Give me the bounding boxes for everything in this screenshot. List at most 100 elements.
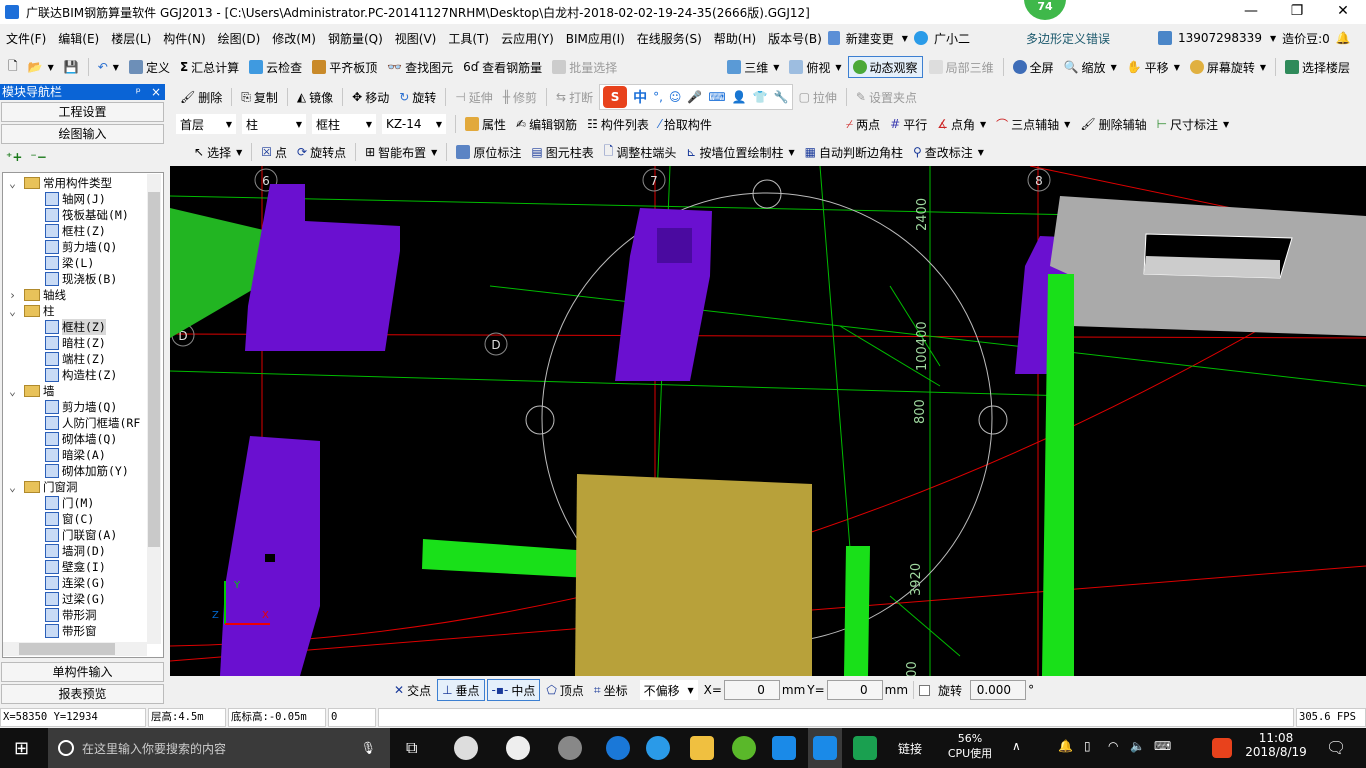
tree-folder[interactable]: ⌄ 墙	[9, 383, 55, 399]
floor-select[interactable]: 首层 ▼	[176, 114, 236, 134]
maximize-button[interactable]: ❐	[1274, 0, 1320, 24]
draw-by-wall-button[interactable]: ⊾ 按墙位置绘制柱 ▼	[682, 141, 798, 163]
bell-icon[interactable]: 🔔	[1336, 31, 1351, 45]
ie-icon[interactable]	[646, 736, 670, 760]
tree-hscrollbar[interactable]	[3, 642, 147, 656]
tree-folder[interactable]: ⌄ 常用构件类型	[9, 175, 112, 191]
column-table-button[interactable]: ▤ 图元柱表	[527, 141, 597, 163]
trim-button[interactable]: ╫ 修剪	[499, 86, 541, 108]
define-button[interactable]: 定义	[125, 56, 174, 78]
file-explorer-icon[interactable]	[690, 736, 714, 760]
local-3d-button[interactable]: 局部三维	[925, 56, 998, 78]
dimension-button[interactable]: ⊢ 尺寸标注 ▼	[1153, 113, 1234, 135]
extend-button[interactable]: ⊣ 延伸	[451, 86, 496, 108]
assistant-button[interactable]: 广小二	[934, 30, 970, 47]
sogou-tray-icon[interactable]	[1212, 738, 1232, 758]
type-select[interactable]: 柱 ▼	[242, 114, 306, 134]
menu-help[interactable]: 帮助(H)	[714, 30, 756, 47]
three-point-axis-button[interactable]: ⌒ 三点辅轴 ▼	[992, 113, 1074, 135]
expand-all-icon[interactable]: ⁺+	[6, 150, 22, 164]
open-file-button[interactable]: 📂 ▼	[24, 56, 58, 78]
glodon-notify-icon[interactable]	[558, 736, 582, 760]
tree-item[interactable]: 现浇板(B)	[45, 271, 117, 287]
menu-floor[interactable]: 楼层(L)	[111, 30, 151, 47]
ime-punct-mode[interactable]: °,	[653, 90, 663, 104]
tree-item[interactable]: 壁龛(I)	[45, 559, 106, 575]
in-place-annotation-button[interactable]: 原位标注	[452, 141, 525, 163]
show-hidden-icons[interactable]: ∧	[1012, 739, 1021, 753]
tree-vscrollbar[interactable]	[147, 174, 161, 644]
ime-chinese-mode[interactable]: 中	[633, 87, 647, 107]
y-input[interactable]: 0	[826, 680, 883, 700]
tree-item[interactable]: 连梁(G)	[45, 575, 106, 591]
move-button[interactable]: ✥ 移动	[348, 86, 393, 108]
tree-item[interactable]: 梁(L)	[45, 255, 94, 271]
undo-button[interactable]: ↶ ▼	[94, 56, 123, 78]
wrench-icon[interactable]: 🔧	[774, 90, 789, 104]
pin-icon[interactable]: ᵖ	[136, 84, 141, 100]
point-angle-button[interactable]: ∡ 点角 ▼	[933, 113, 990, 135]
zoom-button[interactable]: 🔍 缩放 ▼	[1060, 56, 1121, 78]
adjust-column-end-button[interactable]: 🗋 调整柱端头	[600, 141, 681, 163]
tree-item[interactable]: 筏板基础(M)	[45, 207, 129, 223]
auto-corner-column-button[interactable]: ▦ 自动判断边角柱	[801, 141, 907, 163]
top-view-button[interactable]: 俯视 ▼	[785, 56, 845, 78]
ime-keyboard-icon[interactable]: ⌨	[1154, 739, 1171, 753]
battery-icon[interactable]: ▯	[1084, 739, 1091, 753]
menu-online[interactable]: 在线服务(S)	[637, 30, 702, 47]
collapse-all-icon[interactable]: ⁻−	[30, 150, 46, 164]
x-input[interactable]: 0	[723, 680, 780, 700]
performance-badge[interactable]: 74	[1024, 0, 1066, 20]
tree-item[interactable]: 带形洞	[45, 607, 97, 623]
subtype-select[interactable]: 框柱 ▼	[312, 114, 376, 134]
keyboard-icon[interactable]: ⌨	[708, 90, 725, 104]
snap-perpendicular[interactable]: ⊥ 垂点	[437, 679, 485, 701]
project-settings-button[interactable]: 工程设置	[1, 102, 164, 122]
menu-cloud[interactable]: 云应用(Y)	[501, 30, 554, 47]
drawing-canvas-3d[interactable]: 6 7 8 D D 2400 100400 800 3920 800 Y X Z	[169, 165, 1366, 686]
pick-component-button[interactable]: ⁄ 拾取构件	[655, 113, 716, 135]
screen-rotate-button[interactable]: 屏幕旋转 ▼	[1186, 56, 1270, 78]
offset-select[interactable]: 不偏移 ▼	[639, 680, 698, 700]
chevron-down-icon[interactable]: ⌄	[9, 304, 21, 318]
tree-item[interactable]: 过梁(G)	[45, 591, 106, 607]
new-file-button[interactable]: 🗋	[4, 56, 22, 78]
menu-file[interactable]: 文件(F)	[6, 30, 46, 47]
component-name-select[interactable]: KZ-14 ▼	[382, 114, 446, 134]
rotate-point-button[interactable]: ⟳ 旋转点	[293, 141, 350, 163]
user-ime-icon[interactable]: 👤	[732, 90, 747, 104]
menu-version[interactable]: 版本号(B)	[768, 30, 822, 47]
snap-midpoint[interactable]: -▪- 中点	[486, 679, 541, 701]
tree-item[interactable]: 窗(C)	[45, 511, 94, 527]
clock[interactable]: 11:08 2018/8/19	[1244, 731, 1308, 759]
close-button[interactable]: ✕	[1320, 0, 1366, 24]
snap-coordinate[interactable]: ⌗ 坐标	[590, 679, 632, 701]
tree-item[interactable]: 端柱(Z)	[45, 351, 106, 367]
two-point-axis-button[interactable]: ⌿ 两点	[842, 113, 884, 135]
point-button[interactable]: ☒ 点	[257, 141, 291, 163]
minimize-button[interactable]: —	[1228, 0, 1274, 24]
sogou-icon[interactable]: S	[603, 86, 628, 108]
tree-item[interactable]: 框柱(Z)	[45, 223, 106, 239]
menu-edit[interactable]: 编辑(E)	[58, 30, 99, 47]
account-button[interactable]: 13907298339	[1178, 31, 1262, 45]
emoji-icon[interactable]: ☺	[669, 90, 682, 104]
chevron-right-icon[interactable]: ›	[9, 288, 21, 302]
volume-icon[interactable]: 🔈	[1130, 739, 1145, 753]
tree-item[interactable]: 砌体墙(Q)	[45, 431, 117, 447]
tree-item[interactable]: 剪力墙(Q)	[45, 239, 117, 255]
links-toolbar[interactable]: 链接	[898, 740, 922, 757]
microphone-icon[interactable]: 🎤	[687, 90, 702, 104]
select-floor-button[interactable]: 选择楼层	[1281, 56, 1354, 78]
tree-item[interactable]: 带形窗	[45, 623, 97, 639]
drawing-input-button[interactable]: 绘图输入	[1, 124, 164, 144]
batch-select-button[interactable]: 批量选择	[548, 56, 621, 78]
delete-button[interactable]: 🖌 删除	[176, 86, 226, 108]
snap-intersection[interactable]: ✕ 交点	[390, 679, 435, 701]
tree-item[interactable]: 轴网(J)	[45, 191, 106, 207]
microphone-icon[interactable]: 🎙	[361, 741, 376, 755]
new-change-button[interactable]: 新建变更	[846, 30, 894, 47]
menu-rebar[interactable]: 钢筋量(Q)	[328, 30, 383, 47]
tree-folder[interactable]: ⌄ 门窗洞	[9, 479, 78, 495]
angle-input[interactable]: 0.000	[970, 680, 1027, 700]
